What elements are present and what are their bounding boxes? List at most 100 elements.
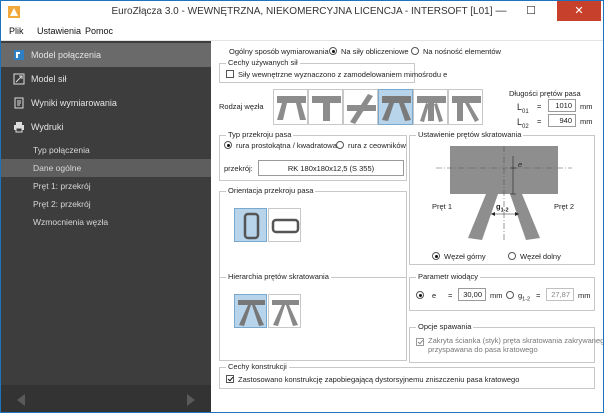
sidebar-subitem-node-reinforcements[interactable]: Wzmocnienia węzła bbox=[1, 213, 211, 231]
sidebar-item-prints[interactable]: Wydruki bbox=[1, 115, 211, 139]
sidebar-subitem-label: Typ połączenia bbox=[33, 145, 90, 155]
forces-props-title: Cechy używanych sił bbox=[226, 58, 300, 67]
sidebar-item-results[interactable]: Wyniki wymiarowania bbox=[1, 91, 211, 115]
welding-group: Opcje spawania Zakryta ścianka (styk) pr… bbox=[409, 322, 603, 363]
maximize-button[interactable]: ☐ bbox=[517, 1, 545, 21]
brace-layout-diagram bbox=[436, 146, 572, 240]
main-panel: Ogólny sposób wymiarowania Na siły oblic… bbox=[211, 41, 603, 412]
section-label: przekrój: bbox=[224, 164, 253, 173]
prev-page-icon[interactable] bbox=[17, 394, 25, 406]
construction-title: Cechy konstrukcji bbox=[226, 362, 289, 371]
sidebar-item-label: Model połączenia bbox=[31, 50, 102, 60]
orientation-horizontal-option[interactable] bbox=[268, 208, 301, 242]
l02-input[interactable]: 940 bbox=[548, 114, 576, 127]
l01-label: L01 bbox=[517, 102, 529, 115]
l01-input[interactable]: 1010 bbox=[548, 99, 576, 112]
sidebar-subitem-label: Pręt 1: przekrój bbox=[33, 181, 91, 191]
param-g-input[interactable]: 27,87 bbox=[546, 288, 574, 301]
radio-design-capacity[interactable] bbox=[411, 47, 419, 55]
connection-model-icon bbox=[14, 50, 24, 60]
node-type-option-1[interactable] bbox=[273, 89, 308, 125]
l01-unit: mm bbox=[580, 102, 593, 111]
param-e-unit: mm bbox=[490, 291, 503, 300]
hierarchy-option-1[interactable] bbox=[234, 294, 267, 328]
radio-rect-tube-label: rura prostokątna / kwadratowa bbox=[236, 141, 337, 150]
chord-orientation-title: Orientacja przekroju pasa bbox=[226, 186, 316, 195]
e-diagram-label: e bbox=[518, 160, 523, 169]
radio-rect-tube[interactable] bbox=[224, 141, 232, 149]
sidebar-subitem-bar1-section[interactable]: Pręt 1: przekrój bbox=[1, 177, 211, 195]
eccentricity-checkbox-label: Siły wewnętrzne wyznaczono z zamodelowan… bbox=[238, 70, 448, 79]
param-e-eq: = bbox=[448, 291, 453, 300]
welding-label-line2: przyspawana do pasa kratowego bbox=[428, 345, 538, 354]
l02-label: L02 bbox=[517, 117, 529, 130]
construction-checkbox[interactable] bbox=[226, 375, 234, 383]
chord-lengths-title: Długości prętów pasa bbox=[509, 89, 581, 98]
menu-ustawienia[interactable]: Ustawienia bbox=[37, 26, 81, 36]
brace-layout-group: Ustawienie prętów skratowania e Pręt 1 P… bbox=[409, 130, 595, 265]
l01-eq: = bbox=[537, 102, 542, 111]
sidebar-subitem-connection-type[interactable]: Typ połączenia bbox=[1, 141, 211, 159]
radio-param-e[interactable] bbox=[416, 291, 424, 299]
node-type-option-2[interactable] bbox=[308, 89, 343, 125]
param-e-input[interactable]: 30,00 bbox=[458, 288, 486, 301]
node-type-option-4[interactable] bbox=[378, 89, 413, 125]
param-g-label: g1-2 bbox=[518, 291, 531, 303]
forces-props-group: Cechy używanych sił Siły wewnętrzne wyzn… bbox=[219, 58, 447, 83]
menu-pomoc[interactable]: Pomoc bbox=[85, 26, 113, 36]
radio-param-g[interactable] bbox=[506, 291, 514, 299]
sidebar-item-label: Model sił bbox=[31, 74, 67, 84]
orientation-vertical-option[interactable] bbox=[234, 208, 267, 242]
sidebar-item-forces-model[interactable]: Model sił bbox=[1, 67, 211, 91]
bar2-label: Pręt 2 bbox=[554, 202, 575, 211]
section-selector[interactable]: RK 180x180x12,5 (S 355) bbox=[258, 160, 404, 176]
param-g-eq: = bbox=[536, 291, 541, 300]
radio-design-forces[interactable] bbox=[329, 47, 337, 55]
radio-channel-tube-label: rura z ceowników bbox=[348, 141, 406, 150]
l02-unit: mm bbox=[580, 117, 593, 126]
brace-hierarchy-title: Hierarchia prętów skratowania bbox=[226, 272, 331, 281]
results-icon bbox=[14, 97, 24, 109]
next-page-icon[interactable] bbox=[187, 394, 195, 406]
construction-group: Cechy konstrukcji Zastosowano konstrukcj… bbox=[219, 362, 595, 389]
sidebar-item-connection-model[interactable]: Model połączenia bbox=[1, 43, 211, 67]
bar1-label: Pręt 1 bbox=[432, 202, 453, 211]
eccentricity-checkbox[interactable] bbox=[226, 70, 234, 78]
welding-title: Opcje spawania bbox=[416, 322, 474, 331]
radio-node-top[interactable] bbox=[432, 252, 440, 260]
radio-node-bottom[interactable] bbox=[508, 252, 516, 260]
brace-hierarchy-group: Hierarchia prętów skratowania bbox=[219, 272, 407, 361]
radio-channel-tube[interactable] bbox=[336, 141, 344, 149]
leading-param-group: Parametr wiodący e = 30,00 mm g1-2 = 27,… bbox=[409, 272, 595, 311]
node-type-option-5[interactable] bbox=[413, 89, 448, 125]
sidebar-item-label: Wyniki wymiarowania bbox=[31, 98, 117, 108]
node-type-option-6[interactable] bbox=[448, 89, 483, 125]
radio-design-capacity-label: Na nośność elementów bbox=[423, 47, 501, 56]
radio-design-forces-label: Na siły obliczeniowe bbox=[341, 47, 409, 56]
sidebar-subitem-general-data[interactable]: Dane ogólne bbox=[1, 159, 211, 177]
forces-icon bbox=[13, 73, 25, 85]
gap-label: g1-2 bbox=[496, 202, 509, 214]
close-button[interactable]: ✕ bbox=[557, 1, 601, 21]
l02-eq: = bbox=[537, 117, 542, 126]
sidebar-subitem-label: Pręt 2: przekrój bbox=[33, 199, 91, 209]
chord-section-title: Typ przekroju pasa bbox=[226, 130, 294, 139]
title-bar: EuroZłącza 3.0 - WEWNĘTRZNA, NIEKOMERCYJ… bbox=[1, 1, 603, 23]
chord-section-group: Typ przekroju pasa rura prostokątna / kw… bbox=[219, 130, 407, 181]
node-type-option-3[interactable] bbox=[343, 89, 378, 125]
menu-plik[interactable]: Plik bbox=[9, 26, 24, 36]
sidebar-subitem-label: Dane ogólne bbox=[33, 163, 82, 173]
minimize-button[interactable]: — bbox=[487, 1, 515, 21]
brace-layout-title: Ustawienie prętów skratowania bbox=[416, 130, 524, 139]
welding-label-line1: Zakryta ścianka (styk) pręta skratowania… bbox=[428, 336, 604, 345]
sidebar: Model połączenia Model sił Wyniki wymiar… bbox=[1, 41, 211, 412]
leading-param-title: Parametr wiodący bbox=[416, 272, 481, 281]
node-type-label: Rodzaj węzła bbox=[219, 102, 264, 111]
hierarchy-option-2[interactable] bbox=[268, 294, 301, 328]
app-window: EuroZłącza 3.0 - WEWNĘTRZNA, NIEKOMERCYJ… bbox=[0, 0, 604, 413]
menu-bar: Plik Ustawienia Pomoc bbox=[1, 23, 603, 41]
param-e-label: e bbox=[432, 291, 437, 300]
welding-checkbox[interactable] bbox=[416, 338, 424, 346]
sidebar-subitem-bar2-section[interactable]: Pręt 2: przekrój bbox=[1, 195, 211, 213]
sidebar-nav-bar bbox=[1, 385, 211, 412]
